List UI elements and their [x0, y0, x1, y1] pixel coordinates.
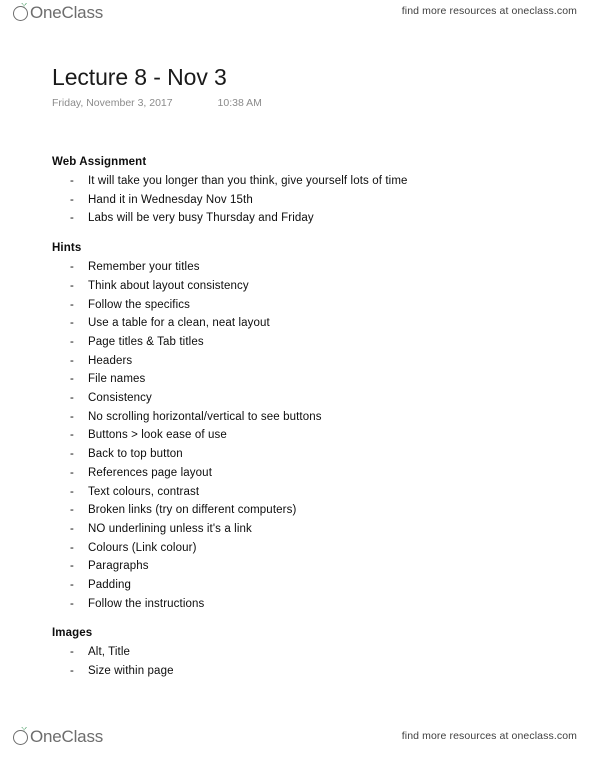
logo-leaf-icon: [21, 726, 27, 733]
bullet-item: - Paragraphs: [0, 557, 595, 576]
bullet-dash-marker: -: [70, 429, 74, 442]
bullet-text: Consistency: [88, 392, 152, 405]
bullet-item: - Follow the specifics: [0, 296, 595, 315]
bullet-dash-marker: -: [70, 665, 74, 678]
bullet-text: Broken links (try on different computers…: [88, 504, 297, 517]
bullet-text: Page titles & Tab titles: [88, 335, 204, 348]
bullet-item: - Buttons > look ease of use: [0, 426, 595, 445]
bullet-dash-marker: -: [70, 504, 74, 517]
document-date: Friday, November 3, 2017: [52, 97, 173, 109]
bullet-dash-marker: -: [70, 261, 74, 274]
bullet-text: Remember your titles: [88, 261, 200, 274]
bullet-dash-marker: -: [70, 597, 74, 610]
bullet-item: - Use a table for a clean, neat layout: [0, 314, 595, 333]
section-heading: Web Assignment: [52, 156, 147, 168]
bullet-dash-marker: -: [70, 193, 74, 206]
bullet-dash-marker: -: [70, 279, 74, 292]
bullet-text: References page layout: [88, 466, 212, 479]
bullet-dash-marker: -: [70, 317, 74, 330]
bullet-dash-marker: -: [70, 681, 88, 686]
bullet-dash-marker: -: [70, 541, 74, 554]
bullet-item: - Back to top button: [0, 445, 595, 464]
bullet-text: Back to top button: [88, 448, 183, 461]
bullet-dash-marker: -: [70, 335, 74, 348]
oneclass-sprout-logo-icon: [13, 726, 31, 747]
bullet-dash-marker: -: [70, 373, 74, 386]
bullet-item: - Consistency: [0, 389, 595, 408]
page-footer: OneClass find more resources at oneclass…: [0, 718, 595, 770]
note-section: Hints - Remember your titles - Think about l…: [0, 239, 595, 613]
bullet-item: - Follow the instructions: [0, 595, 595, 614]
bullet-dash-marker: -: [70, 579, 74, 592]
bullet-item: - Alt, Title: [0, 643, 595, 662]
bullet-item: - Page titles & Tab titles: [0, 333, 595, 352]
bullet-item: - File names: [0, 370, 595, 389]
bullet-text: Size within page: [88, 665, 174, 678]
bullet-item-clipped: -: [0, 681, 595, 686]
bullet-dash-marker: -: [70, 392, 74, 405]
bullet-text: Alt, Title: [88, 646, 131, 659]
bullet-dash-marker: -: [70, 448, 74, 461]
bullet-text: Follow the specifics: [88, 298, 191, 311]
brand-logo-footer: OneClass: [13, 726, 103, 750]
bullet-dash-marker: -: [70, 410, 74, 423]
bullet-dash-marker: -: [70, 212, 74, 225]
bullet-dash-marker: -: [70, 646, 74, 659]
bullet-text: Use a table for a clean, neat layout: [88, 317, 270, 330]
document-body: Lecture 8 - Nov 3 Friday, November 3, 20…: [0, 0, 595, 770]
bullet-text: Padding: [88, 579, 132, 592]
note-section: Web Assignment - It will take you longer t…: [0, 153, 595, 228]
bullet-text: Buttons > look ease of use: [88, 429, 227, 442]
page-title: Lecture 8 - Nov 3: [52, 64, 227, 90]
bullet-text: NO underlining unless it's a link: [88, 522, 252, 535]
bullet-dash-marker: -: [70, 466, 74, 479]
bullet-item: - Size within page: [0, 662, 595, 681]
section-heading: Hints: [52, 242, 82, 255]
bullet-list: - Remember your titles - Think about layout…: [0, 258, 595, 613]
bullet-dash-marker: -: [70, 522, 74, 535]
bullet-text: Headers: [88, 354, 133, 367]
bullet-dash-marker: -: [70, 354, 74, 367]
bullet-text: Hand it in Wednesday Nov 15th: [88, 193, 253, 206]
bullet-text: No scrolling horizontal/vertical to see …: [88, 410, 322, 423]
note-section: Images-Alt, Title-Size within page-: [0, 624, 595, 685]
bullet-item: - Text colours, contrast: [0, 483, 595, 502]
footer-tagline: find more resources at oneclass.com: [401, 730, 577, 742]
bullet-item: - Remember your titles: [0, 258, 595, 277]
bullet-list: - It will take you longer than you think,…: [0, 172, 595, 228]
bullet-item: - Broken links (try on different computer…: [0, 501, 595, 520]
bullet-item: - NO underlining unless it's a link: [0, 520, 595, 539]
bullet-list: -Alt, Title-Size within page-: [0, 643, 595, 685]
bullet-item: - Labs will be very busy Thursday and Fri…: [0, 209, 595, 228]
bullet-text: Follow the instructions: [88, 597, 205, 610]
bullet-item: - Padding: [0, 576, 595, 595]
bullet-item: - Colours (Link colour): [0, 539, 595, 558]
bullet-text: Colours (Link colour): [88, 541, 197, 554]
bullet-item: - No scrolling horizontal/vertical to see…: [0, 408, 595, 427]
section-heading: Images: [52, 627, 93, 640]
bullet-dash-marker: -: [70, 175, 74, 187]
brand-name-footer: OneClass: [30, 727, 104, 746]
bullet-text: It will take you longer than you think, …: [88, 175, 408, 187]
note-content: Web Assignment - It will take you longer t…: [0, 153, 595, 686]
bullet-item: - References page layout: [0, 464, 595, 483]
bullet-text: Text colours, contrast: [88, 485, 200, 498]
document-datetime: Friday, November 3, 2017 10:38 AM: [52, 97, 262, 109]
bullet-item: - Headers: [0, 352, 595, 371]
bullet-dash-marker: -: [70, 485, 74, 498]
bullet-item: - Hand it in Wednesday Nov 15th: [0, 191, 595, 210]
bullet-dash-marker: -: [70, 298, 74, 311]
bullet-text: Labs will be very busy Thursday and Frid…: [88, 212, 314, 225]
bullet-dash-marker: -: [70, 560, 74, 573]
bullet-item: - Think about layout consistency: [0, 277, 595, 296]
bullet-text: File names: [88, 373, 146, 386]
bullet-item: - It will take you longer than you think,…: [0, 172, 595, 191]
bullet-text: Paragraphs: [88, 560, 149, 573]
document-time: 10:38 AM: [217, 97, 262, 109]
bullet-text: Think about layout consistency: [88, 279, 249, 292]
